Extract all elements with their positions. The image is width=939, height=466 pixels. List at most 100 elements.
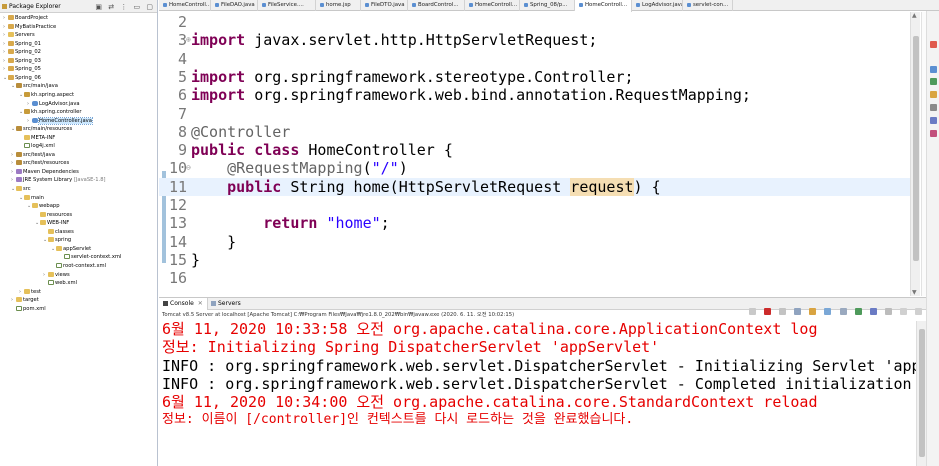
spring-explorer-icon[interactable] <box>930 91 937 98</box>
code-line[interactable]: 15} <box>159 251 910 269</box>
editor-tab[interactable]: BoardControl... <box>408 0 465 11</box>
line-number: 3 <box>177 31 187 50</box>
scroll-up-icon[interactable]: ▲ <box>912 12 917 19</box>
tree-item[interactable]: META-INF <box>0 134 55 143</box>
tree-item[interactable]: › HomeController.java <box>0 116 93 126</box>
tree-item[interactable]: ⌄ src/main/java <box>0 82 58 91</box>
markers-icon[interactable] <box>930 130 937 137</box>
console-output[interactable]: 6월 11, 2020 10:33:58 오전 org.apache.catal… <box>159 320 926 430</box>
task-list-icon[interactable] <box>930 78 937 85</box>
maximize-icon[interactable] <box>915 308 922 315</box>
scroll-down-icon[interactable]: ▼ <box>912 289 917 296</box>
editor-tab[interactable]: servlet-con... <box>683 0 733 11</box>
tree-item-label: resources <box>47 211 73 218</box>
tree-item[interactable]: ⌄ kh.spring.controller <box>0 108 82 117</box>
editor-tab[interactable]: FileDAO.java <box>211 0 258 11</box>
tree-item[interactable]: › Servers <box>0 31 35 40</box>
pin-console-icon[interactable] <box>839 308 847 315</box>
tree-item[interactable]: classes <box>0 228 74 237</box>
tree-item[interactable]: log4j.xml <box>0 142 55 151</box>
terminate-icon[interactable] <box>764 308 772 315</box>
scrollbar-thumb[interactable] <box>913 36 919 261</box>
clear-console-icon[interactable] <box>794 308 802 315</box>
view-menu-icon[interactable] <box>884 308 892 315</box>
tree-item[interactable]: ⌄ webapp <box>0 202 60 211</box>
editor-tab[interactable]: Spring_08/p... <box>520 0 575 11</box>
word-wrap-icon[interactable] <box>824 308 832 315</box>
tree-item[interactable]: › views <box>0 271 70 280</box>
editor-tab[interactable]: FileService.... <box>258 0 316 11</box>
tree-item[interactable]: ⌄ main <box>0 194 44 203</box>
tree-item[interactable]: › target <box>0 296 39 305</box>
open-console-icon[interactable] <box>869 308 877 315</box>
console-vertical-scrollbar[interactable] <box>916 321 926 466</box>
tree-item[interactable]: pom.xml <box>0 305 46 314</box>
editor-tab[interactable]: HomeControll... <box>465 0 520 11</box>
editor-tab[interactable]: HomeControll... <box>159 0 211 11</box>
editor-tab[interactable]: home.jsp <box>316 0 361 11</box>
code-line[interactable]: 13 return "home"; <box>159 214 910 232</box>
close-icon[interactable]: ✕ <box>198 300 203 307</box>
tree-item[interactable]: › LogAdvisor.java <box>0 100 80 109</box>
tree-item[interactable]: ⌄ src/main/resources <box>0 125 72 134</box>
tree-item[interactable]: ⌄ kh.spring.aspect <box>0 91 74 100</box>
tree-item[interactable]: ⌄ WEB-INF <box>0 219 69 228</box>
gradle-icon[interactable] <box>930 117 937 124</box>
editor-tab[interactable]: FileDTO.java <box>361 0 408 11</box>
tree-item[interactable]: › src/test/java <box>0 151 55 160</box>
restore-icon[interactable] <box>930 41 937 48</box>
tree-item[interactable]: › test <box>0 288 41 297</box>
code-line[interactable]: 11 public String home(HttpServletRequest… <box>159 177 910 196</box>
tree-item[interactable]: › Spring_03 <box>0 57 41 66</box>
code-line[interactable]: 10 ⊖ @RequestMapping("/") <box>159 159 910 177</box>
tree-item[interactable]: servlet-context.xml <box>0 253 121 262</box>
code-line[interactable]: 16 <box>159 269 910 287</box>
editor-tab[interactable]: LogAdvisor.java <box>632 0 683 11</box>
tree-item[interactable]: ⌄ appServlet <box>0 245 91 254</box>
code-line[interactable]: 12 <box>159 196 910 214</box>
code-line[interactable]: 8 @Controller <box>159 123 910 141</box>
tree-item[interactable]: ⌄ spring <box>0 236 71 245</box>
tree-item-label: src/main/java <box>23 83 58 90</box>
tree-item[interactable]: ⌄ Spring_06 <box>0 74 41 83</box>
display-selected-console-icon[interactable] <box>854 308 862 315</box>
tree-item[interactable]: ⌄ src <box>0 185 31 194</box>
editor-vertical-scrollbar[interactable]: ▲ ▼ <box>910 12 920 296</box>
code-line[interactable]: 6 import org.springframework.web.bind.ann… <box>159 86 910 104</box>
code-line[interactable]: 2 <box>159 13 910 31</box>
remove-all-icon[interactable] <box>779 308 787 315</box>
code-line[interactable]: 4 <box>159 50 910 68</box>
tree-item[interactable]: › Spring_01 <box>0 40 41 49</box>
tree-item[interactable]: › Spring_05 <box>0 65 41 74</box>
console-line: 정보: Initializing Spring DispatcherServle… <box>162 338 660 357</box>
editor-tab[interactable]: HomeControll... <box>575 0 632 12</box>
minimize-icon[interactable] <box>899 308 907 315</box>
tree-item[interactable]: › BoardProject <box>0 14 48 23</box>
tree-item[interactable]: web.xml <box>0 279 77 288</box>
tree-item[interactable]: root-context.xml <box>0 262 106 271</box>
tree-item[interactable]: resources <box>0 211 72 220</box>
outline-icon[interactable] <box>930 66 937 73</box>
remove-launch-icon[interactable] <box>748 308 756 315</box>
scroll-lock-icon[interactable] <box>809 308 817 315</box>
code-line[interactable]: 14 } <box>159 233 910 251</box>
tree-item[interactable]: › MyBatisPractice <box>0 23 56 32</box>
java-file-icon <box>215 2 219 7</box>
properties-icon[interactable] <box>930 104 937 111</box>
code-line[interactable]: 5 import org.springframework.stereotype.C… <box>159 68 910 86</box>
tree-item[interactable]: › Spring_02 <box>0 48 41 57</box>
code-token: org.springframework.stereotype.Controlle… <box>245 67 634 86</box>
tree-item[interactable]: › src/test/resources <box>0 159 69 168</box>
code-line[interactable]: 3 ⊕ import javax.servlet.http.HttpServletR… <box>159 31 910 49</box>
folder-icon <box>56 245 62 251</box>
scrollbar-thumb[interactable] <box>919 329 925 457</box>
tree-item[interactable]: › Maven Dependencies <box>0 168 79 177</box>
tab-console[interactable]: Console ✕ <box>159 298 208 310</box>
tree-item[interactable]: › JRE System Library [JavaSE-1.8] <box>0 176 106 185</box>
code-editor[interactable]: ✕ 23⊕import javax.servlet.http.HttpServl… <box>159 12 939 296</box>
code-line[interactable]: 7 <box>159 105 910 123</box>
view-toolbar[interactable]: ▣ ⇄ ⋮ ▭ ▢ <box>95 1 155 14</box>
tree-item-label: Maven Dependencies <box>23 168 79 175</box>
code-line[interactable]: 9 public class HomeController { <box>159 141 910 159</box>
tab-servers[interactable]: Servers <box>207 298 245 310</box>
